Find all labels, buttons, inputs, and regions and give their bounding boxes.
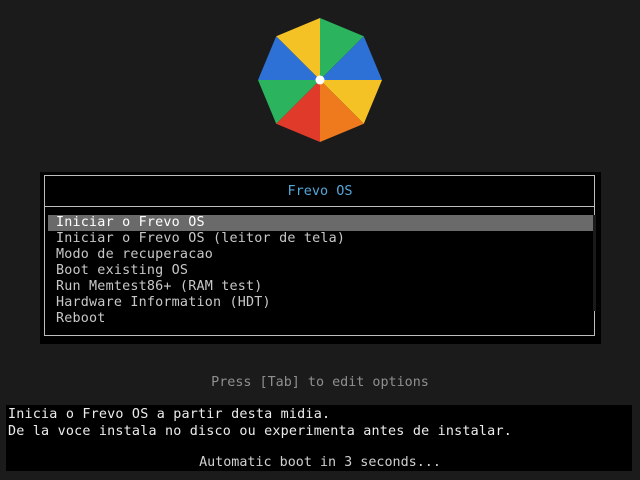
help-text-line-2: De la voce instala no disco ou experimen… <box>8 424 512 439</box>
menu-divider <box>45 206 594 207</box>
help-text-line-1: Inicia o Frevo OS a partir desta midia. <box>8 407 331 422</box>
menu-item-boot-existing-os[interactable]: Boot existing OS <box>48 263 593 279</box>
menu-title: Frevo OS <box>287 183 353 199</box>
menu-item-memtest[interactable]: Run Memtest86+ (RAM test) <box>48 279 593 295</box>
frevo-umbrella-logo <box>258 18 382 142</box>
menu-item-modo-de-recuperacao[interactable]: Modo de recuperacao <box>48 247 593 263</box>
menu-item-reboot[interactable]: Reboot <box>48 311 593 327</box>
menu-scrollbar[interactable] <box>593 215 596 311</box>
logo-center-dot <box>315 75 325 85</box>
autoboot-countdown: Automatic boot in 3 seconds... <box>199 455 441 470</box>
edit-options-hint: Press [Tab] to edit options <box>211 375 429 390</box>
menu-item-iniciar-leitor-de-tela[interactable]: Iniciar o Frevo OS (leitor de tela) <box>48 231 593 247</box>
menu-item-hardware-information[interactable]: Hardware Information (HDT) <box>48 295 593 311</box>
menu-item-iniciar[interactable]: Iniciar o Frevo OS <box>48 215 593 231</box>
boot-menu: Iniciar o Frevo OS Iniciar o Frevo OS (l… <box>48 215 593 327</box>
